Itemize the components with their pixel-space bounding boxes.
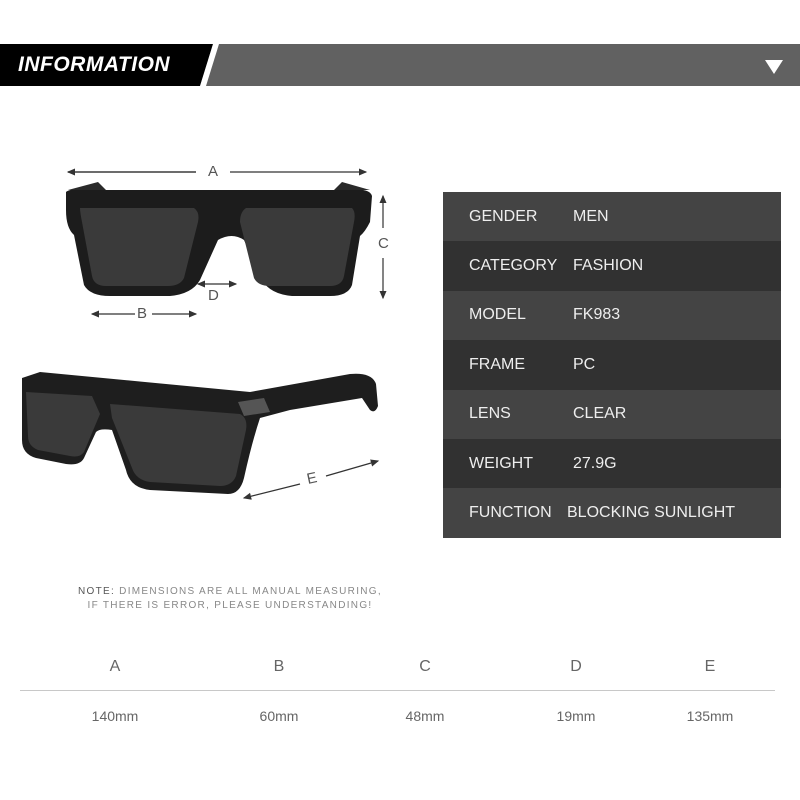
dim-header-b: B [273,658,285,675]
note-line-1: DIMENSIONS ARE ALL MANUAL MEASURING, [115,586,382,597]
dimensions-divider [20,690,775,691]
dim-value-e: 135mm [686,708,734,724]
dim-e-arrow-right [325,459,380,477]
spec-value: PC [573,355,596,373]
spec-row-frame: FRAME PC [443,340,781,390]
dimension-diagram: A B C D E [0,0,440,560]
spec-value: 27.9G [573,454,617,472]
note-prefix: NOTE: [78,586,116,597]
dim-header-d: D [570,658,582,675]
measurement-note: NOTE: DIMENSIONS ARE ALL MANUAL MEASURIN… [60,585,400,613]
spec-row-model: MODEL FK983 [443,290,781,341]
spec-value: CLEAR [573,405,627,423]
spec-row-function: FUNCTION BLOCKING SUNLIGHT [443,488,781,538]
spec-value: MEN [573,207,609,225]
spec-row-category: CATEGORY FASHION [443,241,781,291]
spec-key: FRAME [469,355,525,373]
dim-e-arrow-left [242,483,301,500]
dim-value-a: 140mm [91,708,139,724]
spec-key: WEIGHT [469,454,533,472]
dim-value-b: 60mm [259,708,299,724]
spec-value: FASHION [573,257,644,275]
sunglasses-illustration [22,168,387,500]
dim-value-c: 48mm [405,708,445,724]
spec-key: MODEL [469,306,526,324]
dim-label-c: C [378,235,389,252]
spec-value: BLOCKING SUNLIGHT [567,504,736,522]
dim-value-d: 19mm [556,708,596,724]
note-line-2: IF THERE IS ERROR, PLEASE UNDERSTANDING! [87,600,373,611]
dim-header-e: E [704,658,716,675]
spec-row-gender: GENDER MEN [443,192,781,242]
dim-header-a: A [109,658,121,675]
spec-row-weight: WEIGHT 27.9G [443,438,781,489]
spec-table: GENDER MEN CATEGORY FASHION MODEL FK983 … [443,192,781,538]
spec-key: GENDER [469,207,538,225]
dim-label-b: B [137,305,148,322]
side-view-glasses [22,372,378,494]
spec-key: CATEGORY [469,257,558,275]
dim-header-c: C [419,658,431,675]
dim-label-d: D [208,287,219,304]
front-view-glasses [66,182,372,296]
spec-value: FK983 [573,306,621,324]
dim-label-a: A [208,163,219,180]
spec-key: FUNCTION [469,504,552,522]
spec-key: LENS [469,405,511,423]
spec-row-lens: LENS CLEAR [443,389,781,439]
triangle-down-icon[interactable] [765,60,783,74]
